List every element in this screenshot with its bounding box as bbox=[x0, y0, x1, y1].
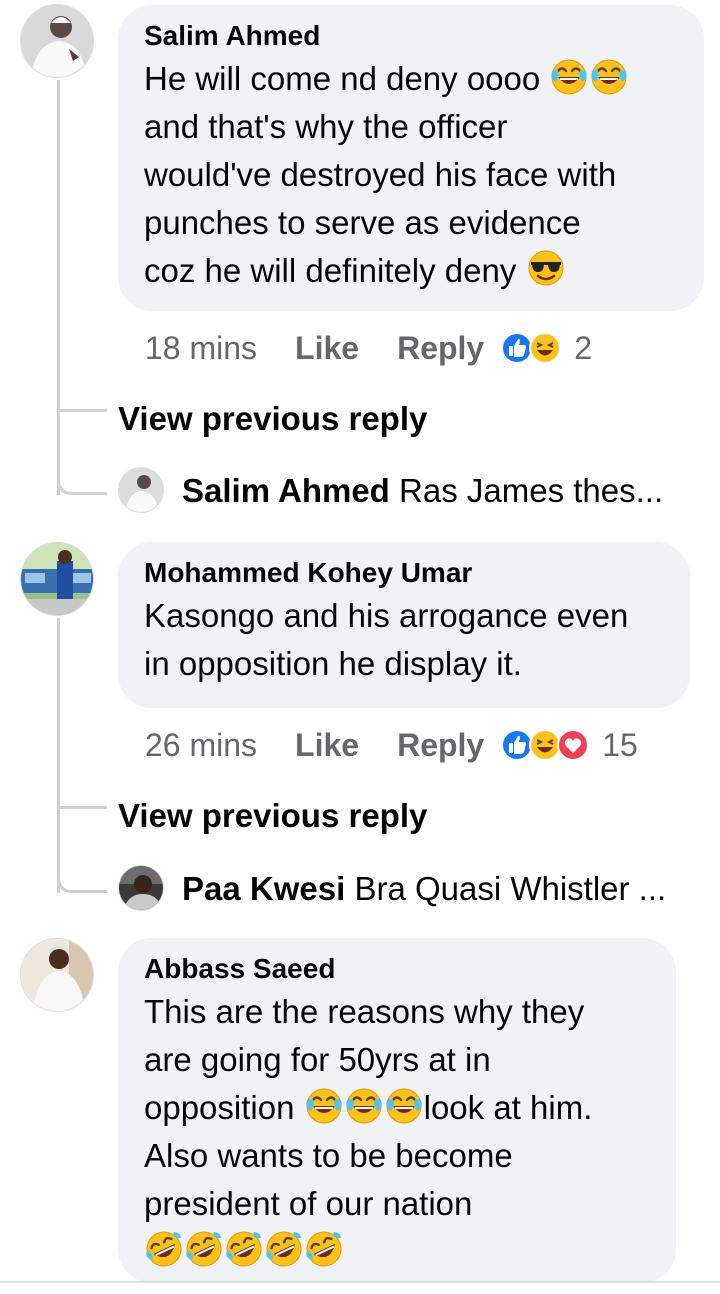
reply-preview-author: Paa Kwesi bbox=[182, 870, 346, 907]
reply-preview[interactable]: Salim Ahmed Ras James thes... bbox=[182, 469, 720, 513]
comment-bubble[interactable]: Abbass Saeed This are the reasons why th… bbox=[118, 938, 676, 1283]
reply-preview-author: Salim Ahmed bbox=[182, 472, 390, 509]
face-with-tears-of-joy-icon bbox=[304, 1085, 344, 1125]
reaction-summary[interactable] bbox=[500, 728, 590, 762]
thread-branch bbox=[57, 858, 107, 893]
user-photo-icon bbox=[21, 5, 93, 77]
face-with-tears-of-joy-icon bbox=[344, 1085, 384, 1125]
view-previous-reply-button[interactable]: View previous reply bbox=[118, 399, 427, 439]
comment-timestamp[interactable]: 18 mins bbox=[145, 330, 257, 367]
user-photo-icon bbox=[119, 866, 163, 910]
thread-branch bbox=[57, 460, 107, 495]
user-photo-icon bbox=[119, 468, 163, 512]
avatar[interactable] bbox=[118, 467, 164, 513]
reply-preview[interactable]: Paa Kwesi Bra Quasi Whistler ... bbox=[182, 867, 720, 911]
comment-text: Kasongo and his arrogance even in opposi… bbox=[144, 597, 629, 682]
thread-branch bbox=[57, 806, 107, 809]
rolling-on-the-floor-laughing-icon bbox=[144, 1229, 184, 1269]
reply-button[interactable]: Reply bbox=[397, 330, 484, 367]
face-with-tears-of-joy-icon bbox=[549, 56, 589, 96]
rolling-on-the-floor-laughing-icon bbox=[184, 1229, 224, 1269]
thread-branch bbox=[57, 409, 107, 412]
face-with-tears-of-joy-icon bbox=[384, 1085, 424, 1125]
reaction-count[interactable]: 2 bbox=[574, 330, 592, 367]
love-reaction-icon bbox=[556, 728, 590, 762]
reply-preview-text: Ras James thes... bbox=[399, 472, 664, 509]
face-with-tears-of-joy-icon bbox=[589, 56, 629, 96]
thread-line bbox=[57, 80, 60, 495]
avatar[interactable] bbox=[20, 938, 94, 1012]
reply-button[interactable]: Reply bbox=[397, 727, 484, 764]
avatar[interactable] bbox=[20, 4, 94, 78]
comment-bubble[interactable]: Salim Ahmed He will come nd deny oooo an… bbox=[118, 5, 704, 311]
like-button[interactable]: Like bbox=[295, 727, 359, 764]
user-photo-icon bbox=[21, 939, 93, 1011]
rolling-on-the-floor-laughing-icon bbox=[264, 1229, 304, 1269]
comment-text: This are the reasons why they are going … bbox=[144, 988, 650, 1276]
comment-author[interactable]: Mohammed Kohey Umar bbox=[144, 556, 664, 590]
haha-reaction-icon bbox=[528, 331, 562, 365]
comment-actions: 26 mins Like Reply 15 bbox=[145, 723, 638, 767]
smiling-face-with-sunglasses-icon bbox=[526, 248, 566, 288]
reaction-count[interactable]: 15 bbox=[602, 727, 638, 764]
rolling-on-the-floor-laughing-icon bbox=[304, 1229, 344, 1269]
thread-line bbox=[57, 618, 60, 893]
comment-bubble[interactable]: Mohammed Kohey Umar Kasongo and his arro… bbox=[118, 542, 690, 708]
comment-actions: 18 mins Like Reply 2 bbox=[145, 326, 592, 370]
view-previous-reply-button[interactable]: View previous reply bbox=[118, 796, 427, 836]
user-photo-icon bbox=[21, 543, 93, 615]
comment-author[interactable]: Salim Ahmed bbox=[144, 19, 678, 53]
comment-timestamp[interactable]: 26 mins bbox=[145, 727, 257, 764]
divider bbox=[0, 1281, 720, 1283]
reply-preview-text: Bra Quasi Whistler ... bbox=[354, 870, 667, 907]
like-button[interactable]: Like bbox=[295, 330, 359, 367]
comment-author[interactable]: Abbass Saeed bbox=[144, 952, 650, 986]
reaction-summary[interactable] bbox=[500, 331, 562, 365]
avatar[interactable] bbox=[118, 865, 164, 911]
rolling-on-the-floor-laughing-icon bbox=[224, 1229, 264, 1269]
comment-text: He will come nd deny oooo and that's why… bbox=[144, 55, 678, 295]
avatar[interactable] bbox=[20, 542, 94, 616]
